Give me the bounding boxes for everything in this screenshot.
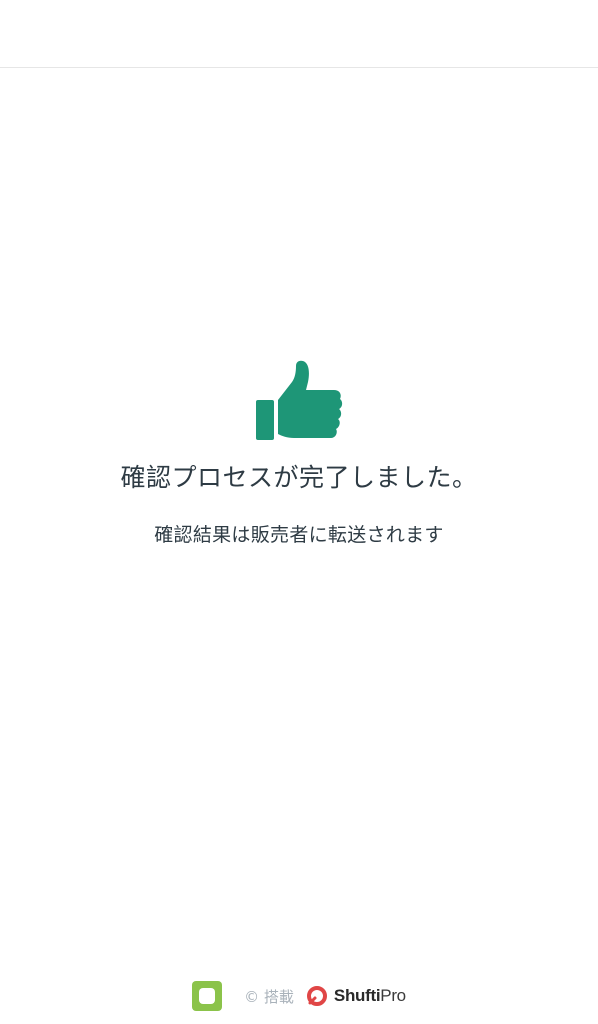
brand-name-light: Pro (380, 986, 406, 1005)
completion-title: 確認プロセスが完了しました。 (120, 463, 478, 492)
thumbs-up-icon (256, 360, 343, 440)
footer: © 搭載 ShuftiPro (0, 976, 598, 1016)
brand-name: ShuftiPro (334, 986, 406, 1006)
top-bar (0, 0, 598, 68)
powered-by-label: © 搭載 (244, 987, 294, 1006)
brand-name-bold: Shufti (333, 986, 381, 1005)
shufti-pro-logo-icon (306, 986, 327, 1006)
app-icon-inner (199, 988, 216, 1004)
verification-complete-page: 確認プロセスが完了しました。 確認結果は販売者に転送されます © 搭載 Shuf… (0, 0, 598, 1024)
completion-message: 確認結果は販売者に転送されます (154, 524, 444, 546)
app-icon (192, 981, 223, 1011)
